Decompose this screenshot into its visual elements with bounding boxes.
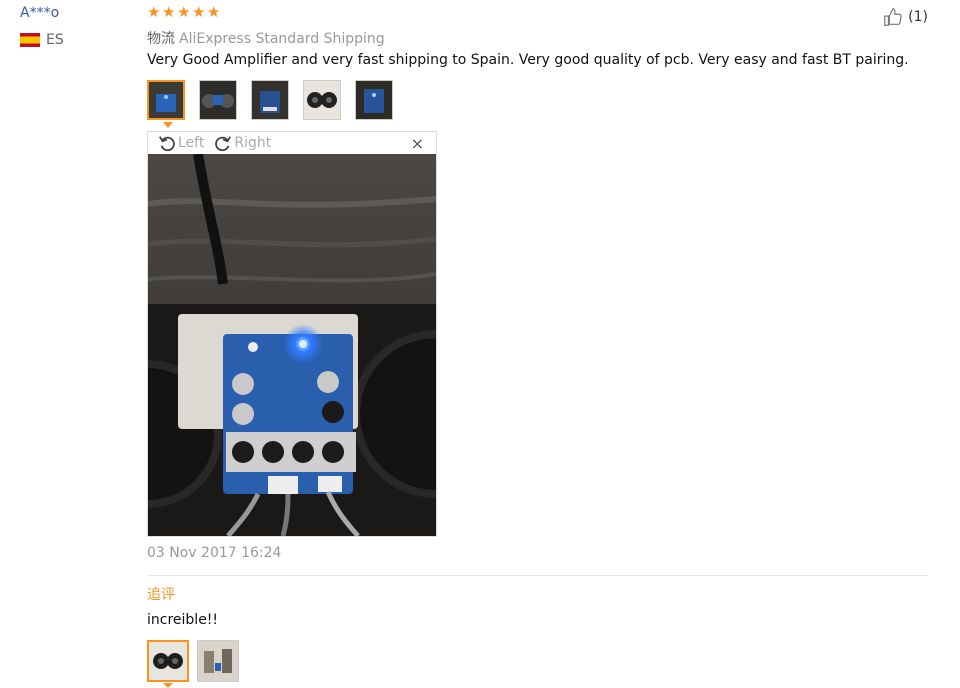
rotate-right-icon [215,136,232,152]
shipping-info: 物流 AliExpress Standard Shipping [147,28,385,48]
shipping-method: AliExpress Standard Shipping [179,31,385,47]
rotate-left-button[interactable]: Left [158,134,204,152]
helpful-button[interactable]: (1) [882,6,928,28]
photo-thumbnail[interactable] [355,80,393,120]
photo-thumbnail[interactable] [199,80,237,120]
followup-text: increible!! [147,612,219,628]
followup-label: 追评 [147,587,175,603]
review-photo-thumbnails [147,80,393,120]
spain-flag-icon [20,33,40,47]
star-icon: ★ [177,3,191,21]
photo-viewer: Left Right × [147,131,437,537]
star-icon: ★ [207,3,221,21]
rotate-left-label: Left [178,135,205,151]
star-icon: ★ [192,3,206,21]
photo-thumbnail[interactable] [303,80,341,120]
rotate-right-label: Right [234,135,272,151]
country-code: ES [46,32,64,48]
rotate-left-icon [159,136,175,152]
viewer-toolbar: Left Right [148,132,436,154]
rotate-right-button[interactable]: Right [214,134,271,152]
thumbs-up-icon [884,8,902,26]
reviewer-name: A***o [20,5,60,21]
active-thumbnail-pointer [163,683,173,688]
divider [147,575,928,576]
star-icon: ★ [162,3,176,21]
reviewer-country: ES [20,32,64,48]
star-icon: ★ [147,3,161,21]
close-icon[interactable]: × [411,134,424,153]
followup-photo-thumbnails [147,640,239,682]
photo-thumbnail[interactable] [147,80,185,120]
review-text: Very Good Amplifier and very fast shippi… [147,52,909,68]
photo-thumbnail[interactable] [147,640,189,682]
shipping-label: 物流 [147,31,175,47]
helpful-count: (1) [908,9,928,25]
active-thumbnail-pointer [163,122,173,128]
star-rating: ★ ★ ★ ★ ★ [147,3,221,21]
photo-thumbnail[interactable] [197,640,239,682]
photo-thumbnail[interactable] [251,80,289,120]
review-photo-large [148,154,436,536]
review-date: 03 Nov 2017 16:24 [147,545,282,561]
